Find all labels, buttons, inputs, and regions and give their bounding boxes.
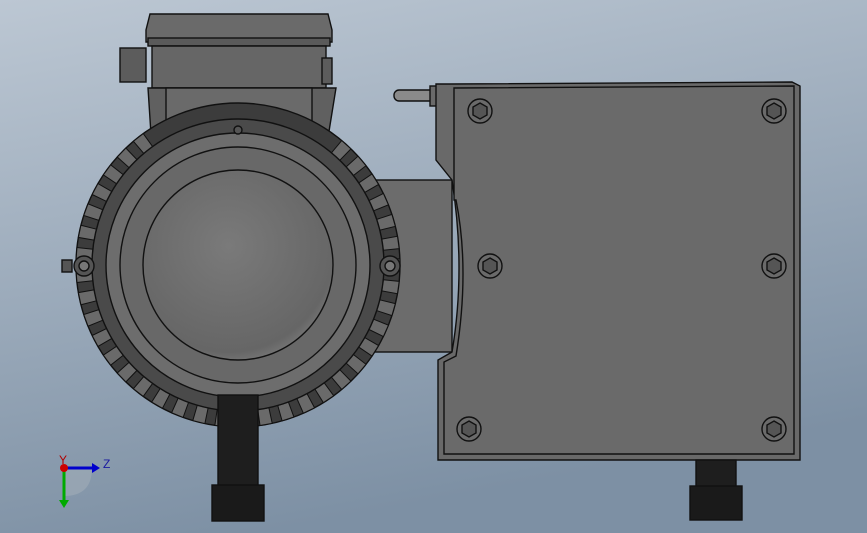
triad-y-label: Y [59,453,67,467]
hex-bolt [477,253,503,279]
hex-bolt [761,98,787,124]
triad-z-label: Z [103,457,110,471]
cad-graphics-viewport[interactable]: Z Y [0,0,867,533]
hex-bolt [761,253,787,279]
cable-gland-stem [217,394,259,488]
cooling-fin [381,279,400,295]
cooling-fin [381,235,400,251]
bottom-connector-stem [695,459,737,489]
hex-bolt [761,416,787,442]
terminal-box-rim [147,37,331,47]
terminal-box-side-lug [119,47,147,83]
hex-bolt [456,416,482,442]
terminal-box-right-lip [321,57,333,85]
terminal-box-body [151,45,327,89]
cable-gland-nut [211,484,265,522]
ring-bolt-right [379,255,401,277]
bottom-connector-nut [689,485,743,521]
top-screw [233,125,243,135]
motor-bore [142,169,334,361]
hex-bolt [467,98,493,124]
